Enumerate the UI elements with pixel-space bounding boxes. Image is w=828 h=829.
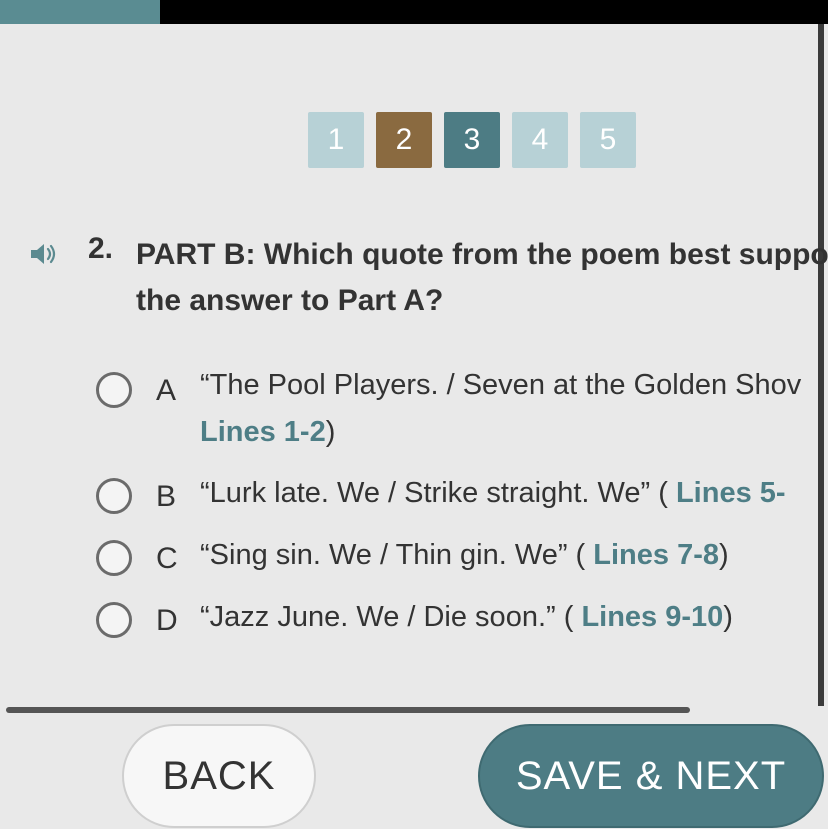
option-a[interactable]: A “The Pool Players. / Seven at the Gold… xyxy=(0,360,828,448)
page-button-3[interactable]: 3 xyxy=(444,112,500,168)
page-button-1[interactable]: 1 xyxy=(308,112,364,168)
question-line-2: the answer to Part A? xyxy=(136,284,444,317)
speaker-icon[interactable] xyxy=(28,238,60,270)
question-pager: 1 2 3 4 5 xyxy=(308,112,636,168)
page-button-5[interactable]: 5 xyxy=(580,112,636,168)
radio-button-b[interactable] xyxy=(96,478,132,514)
option-letter-c: C xyxy=(156,542,178,575)
option-text-d: “Jazz June. We / Die soon.” ( Lines 9-10… xyxy=(200,594,733,641)
save-next-button[interactable]: SAVE & NEXT xyxy=(478,724,824,828)
option-quote-c: “Sing sin. We / Thin gin. We” ( xyxy=(200,539,594,571)
top-bar-tab[interactable] xyxy=(0,0,160,24)
page-button-4[interactable]: 4 xyxy=(512,112,568,168)
option-text-a: “The Pool Players. / Seven at the Golden… xyxy=(200,362,801,456)
option-close-d: ) xyxy=(723,601,733,633)
option-quote-d: “Jazz June. We / Die soon.” ( xyxy=(200,601,582,633)
page-button-2[interactable]: 2 xyxy=(376,112,432,168)
option-letter-b: B xyxy=(156,480,177,513)
option-close-c: ) xyxy=(718,539,729,571)
option-b[interactable]: B “Lurk late. We / Strike straight. We” … xyxy=(0,470,828,520)
question-text: PART B: Which quote from the poem best s… xyxy=(136,232,828,324)
top-bar xyxy=(0,0,828,24)
question-number: 2. xyxy=(88,232,114,265)
option-quote-b: “Lurk late. We / Strike straight. We” ( xyxy=(200,477,676,509)
back-button[interactable]: BACK xyxy=(122,724,316,828)
option-d[interactable]: D “Jazz June. We / Die soon.” ( Lines 9-… xyxy=(0,594,828,644)
question-line-1: PART B: Which quote from the poem best s… xyxy=(136,238,828,271)
option-close-a: ) xyxy=(325,416,336,448)
option-letter-a: A xyxy=(156,374,177,407)
option-ref-b[interactable]: Lines 5- xyxy=(676,477,786,509)
option-text-c: “Sing sin. We / Thin gin. We” ( Lines 7-… xyxy=(200,532,729,579)
option-ref-d[interactable]: Lines 9-10 xyxy=(581,601,723,633)
option-quote-a: “The Pool Players. / Seven at the Golden… xyxy=(200,369,802,401)
option-text-b: “Lurk late. We / Strike straight. We” ( … xyxy=(200,470,786,517)
question-block: 2. PART B: Which quote from the poem bes… xyxy=(0,230,828,320)
option-ref-c[interactable]: Lines 7-8 xyxy=(593,539,719,571)
radio-button-c[interactable] xyxy=(96,540,132,576)
option-c[interactable]: C “Sing sin. We / Thin gin. We” ( Lines … xyxy=(0,532,828,582)
radio-button-a[interactable] xyxy=(96,372,132,408)
option-ref-a[interactable]: Lines 1-2 xyxy=(200,416,326,448)
horizontal-scrollbar[interactable] xyxy=(6,707,690,713)
radio-button-d[interactable] xyxy=(96,602,132,638)
option-letter-d: D xyxy=(156,604,178,637)
